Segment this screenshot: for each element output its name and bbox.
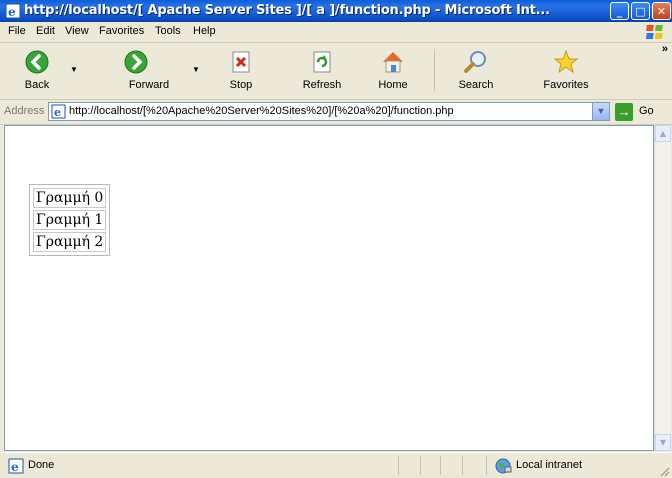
forward-button[interactable]: Forward xyxy=(114,45,184,95)
status-pane-divider xyxy=(420,456,421,475)
address-label: Address xyxy=(4,105,45,117)
go-button[interactable]: → Go xyxy=(615,103,669,121)
menu-help[interactable]: Help xyxy=(193,25,216,37)
back-button[interactable]: Back xyxy=(10,45,64,95)
menu-view[interactable]: View xyxy=(65,25,89,37)
page-content: Γραμμή 0 Γραμμή 1 Γραμμή 2 xyxy=(4,125,654,451)
table-cell: Γραμμή 1 xyxy=(33,210,107,230)
toolbar-overflow-chevron[interactable]: » xyxy=(662,43,668,55)
refresh-label: Refresh xyxy=(302,79,342,91)
menu-tools[interactable]: Tools xyxy=(155,25,181,37)
status-pane-divider xyxy=(398,456,399,475)
table-cell: Γραμμή 0 xyxy=(33,188,107,208)
address-dropdown-icon[interactable]: ▼ xyxy=(592,103,609,120)
favorites-button[interactable]: Favorites xyxy=(532,45,600,95)
ie-icon: e xyxy=(5,3,21,19)
maximize-button[interactable]: □ xyxy=(631,2,650,20)
windows-logo-icon xyxy=(645,25,663,39)
svg-text:e: e xyxy=(54,106,61,119)
status-pane-divider xyxy=(462,456,463,475)
back-dropdown-icon[interactable]: ▼ xyxy=(70,65,78,74)
page-icon: e xyxy=(51,104,66,119)
title-bar[interactable]: e http://localhost/[ Apache Server Sites… xyxy=(0,0,672,22)
vertical-scrollbar[interactable]: ▲ ▼ xyxy=(654,125,671,451)
go-label: Go xyxy=(639,105,654,117)
scroll-down-icon[interactable]: ▼ xyxy=(655,434,671,451)
toolbar-separator xyxy=(434,49,435,91)
stop-icon xyxy=(232,51,250,73)
home-button[interactable]: Home xyxy=(368,45,418,95)
svg-text:e: e xyxy=(11,460,19,474)
address-bar: Address e http://localhost/[%20Apache%20… xyxy=(0,100,672,125)
lines-table: Γραμμή 0 Γραμμή 1 Γραμμή 2 xyxy=(29,184,111,256)
home-label: Home xyxy=(378,79,408,91)
menu-file[interactable]: File xyxy=(8,25,26,37)
menu-bar: File Edit View Favorites Tools Help xyxy=(0,22,672,43)
forward-arrow-icon xyxy=(124,50,148,74)
address-input[interactable]: http://localhost/[%20Apache%20Server%20S… xyxy=(69,105,589,117)
table-cell: Γραμμή 2 xyxy=(33,232,107,252)
zone-label: Local intranet xyxy=(516,459,583,471)
favorites-star-icon xyxy=(553,49,579,74)
go-arrow-icon: → xyxy=(615,103,633,121)
svg-text:e: e xyxy=(8,5,16,19)
intranet-globe-icon xyxy=(495,458,512,474)
status-pane-divider xyxy=(440,456,441,475)
close-button[interactable]: ✕ xyxy=(652,2,671,20)
resize-grip-icon[interactable] xyxy=(658,465,670,477)
menu-favorites[interactable]: Favorites xyxy=(99,25,144,37)
status-text: Done xyxy=(28,459,55,471)
minimize-button[interactable]: _ xyxy=(610,2,629,20)
back-label: Back xyxy=(24,79,50,91)
scroll-up-icon[interactable]: ▲ xyxy=(655,125,671,142)
stop-button[interactable]: Stop xyxy=(214,45,268,95)
status-bar: e Done Local intranet xyxy=(0,452,672,478)
stop-label: Stop xyxy=(229,79,253,91)
address-box[interactable]: e http://localhost/[%20Apache%20Server%2… xyxy=(48,102,610,121)
status-pane-divider xyxy=(486,456,487,475)
page-status-icon: e xyxy=(8,458,24,474)
search-icon xyxy=(464,51,486,73)
forward-label: Forward xyxy=(128,79,170,91)
toolbar: Back ▼ Forward ▼ Stop Refresh Home Searc… xyxy=(0,43,672,100)
home-icon xyxy=(383,52,403,73)
back-arrow-icon xyxy=(25,50,49,74)
favorites-label: Favorites xyxy=(543,79,589,91)
forward-dropdown-icon[interactable]: ▼ xyxy=(192,65,200,74)
menu-edit[interactable]: Edit xyxy=(36,25,55,37)
refresh-button[interactable]: Refresh xyxy=(294,45,350,95)
browser-window: e http://localhost/[ Apache Server Sites… xyxy=(0,0,672,478)
refresh-icon xyxy=(313,51,331,73)
search-label: Search xyxy=(458,79,494,91)
search-button[interactable]: Search xyxy=(448,45,504,95)
window-title: http://localhost/[ Apache Server Sites ]… xyxy=(24,3,550,18)
